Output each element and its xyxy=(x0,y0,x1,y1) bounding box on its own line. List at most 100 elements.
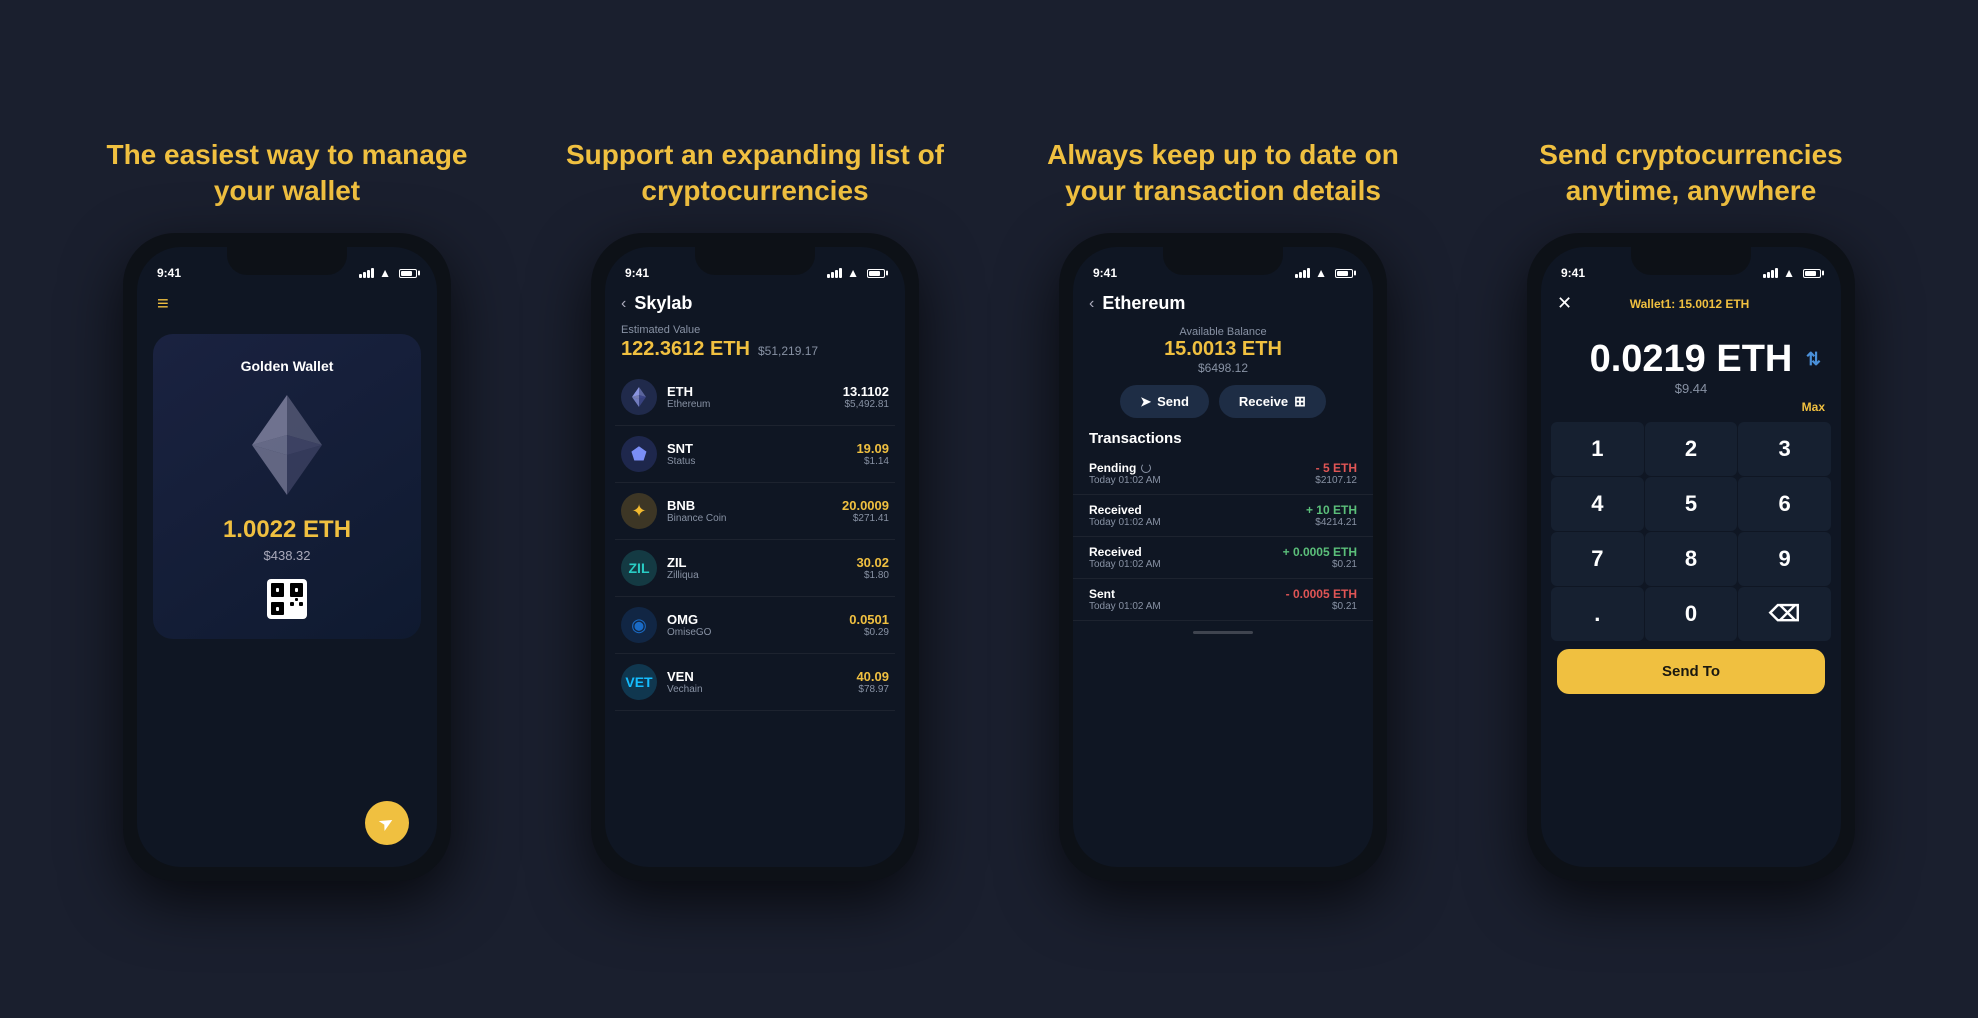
signal-bars-2 xyxy=(827,268,842,278)
crypto-names-omg: OMG OmiseGO xyxy=(667,612,849,638)
s3-header: ‹ Ethereum xyxy=(1073,285,1373,322)
battery-icon-3 xyxy=(1335,269,1353,278)
numpad-2[interactable]: 2 xyxy=(1645,422,1738,476)
send-fab-button[interactable]: ➤ xyxy=(365,801,409,845)
s2-header: ‹ Skylab xyxy=(605,285,905,322)
tx-received-1-time: Today 01:02 AM xyxy=(1089,517,1161,528)
crypto-amount-zil: 30.02 xyxy=(856,555,889,570)
battery-icon-2 xyxy=(867,269,885,278)
numpad-8[interactable]: 8 xyxy=(1645,532,1738,586)
tx-pending-usd: $2107.12 xyxy=(1315,475,1357,486)
available-label: Available Balance xyxy=(1073,322,1373,338)
panel-3: Always keep up to date on your transacti… xyxy=(998,137,1448,882)
tx-received-2-time: Today 01:02 AM xyxy=(1089,559,1161,570)
status-icons-1: ▲ xyxy=(359,266,417,280)
signal-bars-1 xyxy=(359,268,374,278)
status-icons-4: ▲ xyxy=(1763,266,1821,280)
signal-bars-4 xyxy=(1763,268,1778,278)
status-time-3: 9:41 xyxy=(1093,266,1117,280)
numpad-backspace[interactable]: ⌫ xyxy=(1738,587,1831,641)
max-label[interactable]: Max xyxy=(1541,396,1841,418)
send-button[interactable]: ➤ Send xyxy=(1120,385,1209,418)
crypto-name-bnb: Binance Coin xyxy=(667,513,842,524)
bnb-icon: ✦ xyxy=(621,493,657,529)
exchange-icon[interactable]: ⇅ xyxy=(1806,349,1821,370)
wallet-card: Golden Wallet 1.0022 ETH $438.32 xyxy=(153,334,421,639)
wallet-eth-balance: 1.0022 ETH xyxy=(223,516,351,544)
pending-spinner xyxy=(1141,463,1151,473)
tx-received-1[interactable]: Received + 10 ETH Today 01:02 AM $4214.2… xyxy=(1073,495,1373,537)
tx-received-1-amount: + 10 ETH xyxy=(1306,503,1357,517)
numpad-9[interactable]: 9 xyxy=(1738,532,1831,586)
tx-sent-usd: $0.21 xyxy=(1332,601,1357,612)
crypto-item-snt[interactable]: ⬟ SNT Status 19.09 $1.14 xyxy=(615,426,895,483)
est-usd: $51,219.17 xyxy=(758,344,818,358)
numpad-dot[interactable]: . xyxy=(1551,587,1644,641)
phone-4: 9:41 ▲ ✕ Wallet1 xyxy=(1541,247,1841,867)
phone-2: 9:41 ▲ ‹ Skylab xyxy=(605,247,905,867)
qr-container[interactable] xyxy=(267,579,307,619)
crypto-names-ven: VEN Vechain xyxy=(667,669,856,695)
crypto-usd-ven: $78.97 xyxy=(856,684,889,695)
send-to-button[interactable]: Send To xyxy=(1557,649,1825,694)
crypto-amount-eth: 13.1102 xyxy=(843,384,889,399)
crypto-name-ven: Vechain xyxy=(667,684,856,695)
wallet-info: Wallet1: 15.0012 ETH xyxy=(1630,297,1750,311)
est-eth: 122.3612 ETH xyxy=(621,338,750,361)
crypto-list: ETH Ethereum 13.1102 $5,492.81 ⬟ xyxy=(605,369,905,711)
est-value-row: 122.3612 ETH $51,219.17 xyxy=(605,336,905,369)
numpad-6[interactable]: 6 xyxy=(1738,477,1831,531)
crypto-values-omg: 0.0501 $0.29 xyxy=(849,612,889,638)
crypto-values-eth: 13.1102 $5,492.81 xyxy=(843,384,889,410)
crypto-names-eth: ETH Ethereum xyxy=(667,384,843,410)
crypto-item-zil[interactable]: ZIL ZIL Zilliqua 30.02 $1.80 xyxy=(615,540,895,597)
numpad-4[interactable]: 4 xyxy=(1551,477,1644,531)
receive-button[interactable]: Receive ⊞ xyxy=(1219,385,1326,418)
send-fab-icon: ➤ xyxy=(375,811,399,837)
tx-sent[interactable]: Sent - 0.0005 ETH Today 01:02 AM $0.21 xyxy=(1073,579,1373,621)
panel-4: Send cryptocurrencies anytime, anywhere … xyxy=(1466,137,1916,882)
numpad-0[interactable]: 0 xyxy=(1645,587,1738,641)
signal-bar-1 xyxy=(359,274,362,278)
back-button-3[interactable]: ‹ xyxy=(1089,295,1094,313)
crypto-name-snt: Status xyxy=(667,456,856,467)
phone-1: 9:41 ▲ ≡ Go xyxy=(137,247,437,867)
status-icons-2: ▲ xyxy=(827,266,885,280)
crypto-symbol-eth: ETH xyxy=(667,384,843,399)
numpad-7[interactable]: 7 xyxy=(1551,532,1644,586)
numpad-5[interactable]: 5 xyxy=(1645,477,1738,531)
close-button[interactable]: ✕ xyxy=(1557,293,1572,314)
send-amount-eth: 0.0219 ETH xyxy=(1590,338,1793,381)
crypto-symbol-bnb: BNB xyxy=(667,498,842,513)
tx-received-2[interactable]: Received + 0.0005 ETH Today 01:02 AM $0.… xyxy=(1073,537,1373,579)
crypto-symbol-omg: OMG xyxy=(667,612,849,627)
battery-icon-1 xyxy=(399,269,417,278)
numpad-1[interactable]: 1 xyxy=(1551,422,1644,476)
tx-pending[interactable]: Pending - 5 ETH Today 01:02 AM $2107.12 xyxy=(1073,453,1373,495)
crypto-item-ven[interactable]: VET VEN Vechain 40.09 $78.97 xyxy=(615,654,895,711)
crypto-item-bnb[interactable]: ✦ BNB Binance Coin 20.0009 $271.41 xyxy=(615,483,895,540)
phone-1-wrapper: 9:41 ▲ ≡ Go xyxy=(123,233,451,881)
numpad-3[interactable]: 3 xyxy=(1738,422,1831,476)
phone-4-wrapper: 9:41 ▲ ✕ Wallet1 xyxy=(1527,233,1855,881)
crypto-values-snt: 19.09 $1.14 xyxy=(856,441,889,467)
back-button-2[interactable]: ‹ xyxy=(621,295,626,313)
crypto-names-snt: SNT Status xyxy=(667,441,856,467)
status-time-4: 9:41 xyxy=(1561,266,1585,280)
panel-1: The easiest way to manage your wallet 9:… xyxy=(62,137,512,882)
showcase-container: The easiest way to manage your wallet 9:… xyxy=(62,137,1916,882)
crypto-values-ven: 40.09 $78.97 xyxy=(856,669,889,695)
notch-2 xyxy=(695,247,815,275)
s4-header: ✕ Wallet1: 15.0012 ETH xyxy=(1541,285,1841,322)
ven-icon: VET xyxy=(621,664,657,700)
notch-4 xyxy=(1631,247,1751,275)
hamburger-icon[interactable]: ≡ xyxy=(157,293,417,316)
crypto-item-eth[interactable]: ETH Ethereum 13.1102 $5,492.81 xyxy=(615,369,895,426)
status-time-1: 9:41 xyxy=(157,266,181,280)
receive-label: Receive xyxy=(1239,394,1288,409)
battery-icon-4 xyxy=(1803,269,1821,278)
crypto-names-zil: ZIL Zilliqua xyxy=(667,555,856,581)
wallet-eth-label: 15.0012 ETH xyxy=(1679,297,1750,311)
crypto-symbol-snt: SNT xyxy=(667,441,856,456)
crypto-item-omg[interactable]: ◉ OMG OmiseGO 0.0501 $0.29 xyxy=(615,597,895,654)
